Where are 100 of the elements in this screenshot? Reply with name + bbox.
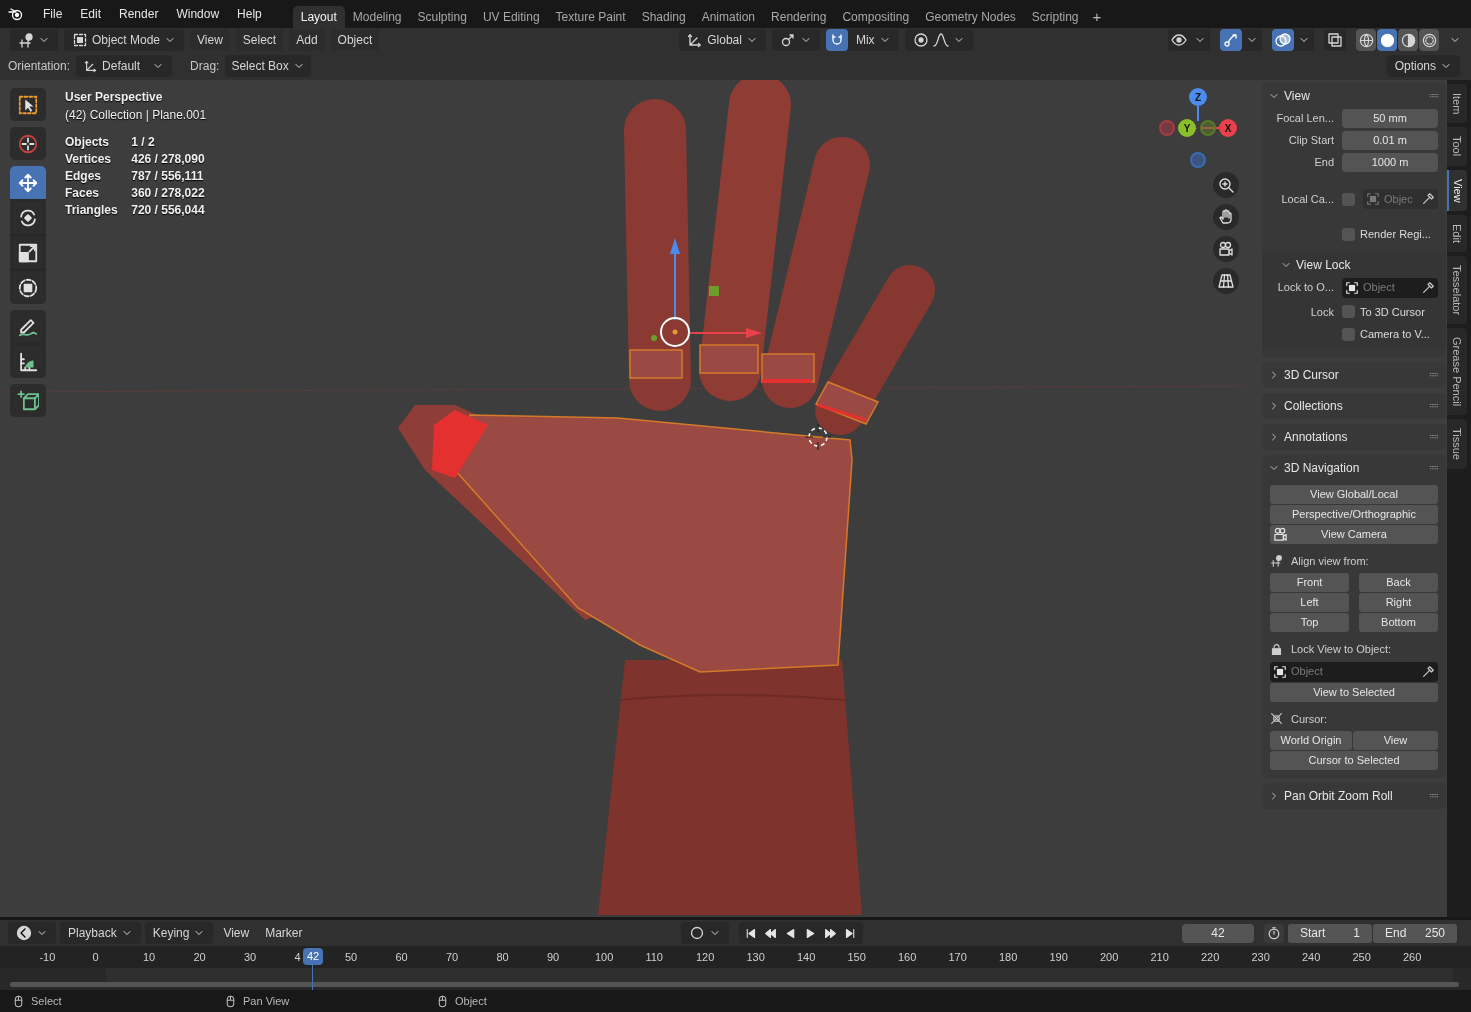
header-menu[interactable]: Select (235, 29, 284, 51)
shading-mode-button[interactable] (1398, 29, 1418, 51)
panel-button[interactable]: View (1353, 731, 1438, 750)
timeline-scrollbar[interactable] (10, 982, 1459, 987)
sidebar-tab[interactable]: View (1447, 169, 1467, 212)
shading-mode-button[interactable] (1377, 29, 1397, 51)
tool-button[interactable] (10, 127, 46, 160)
drag-dropdown[interactable]: Select Box (225, 55, 311, 77)
sidebar-tab[interactable]: Tesselator (1447, 256, 1467, 325)
shading-mode-button[interactable] (1356, 29, 1376, 51)
negative-axis-handle[interactable] (1200, 120, 1216, 136)
timeline-menu[interactable]: Playback (60, 922, 141, 944)
panel-button[interactable]: Perspective/Orthographic (1270, 504, 1438, 524)
editor-type-button[interactable] (8, 922, 56, 944)
workspace-tab[interactable]: Scripting (1023, 6, 1087, 28)
object-field[interactable]: Object (1270, 661, 1438, 682)
timeline-menu[interactable]: View (217, 922, 256, 944)
object-field[interactable]: Object (1342, 277, 1438, 298)
proportional-edit-button[interactable] (904, 29, 973, 51)
workspace-tab[interactable]: UV Editing (474, 6, 548, 28)
panel-header[interactable]: View Lock (1262, 251, 1446, 278)
tool-button[interactable] (10, 271, 46, 304)
number-field[interactable]: 1000 m (1342, 153, 1438, 172)
panel-button[interactable]: Top (1270, 613, 1349, 632)
preview-range-button[interactable] (1264, 923, 1284, 943)
frame-range-field[interactable]: End 250 (1373, 923, 1457, 943)
panel-button[interactable]: View Global/Local (1270, 484, 1438, 504)
current-frame-field[interactable]: 42 (1182, 923, 1254, 943)
checkbox[interactable] (1342, 305, 1355, 319)
viewport-nav-button[interactable] (1213, 268, 1239, 294)
timeline-menu[interactable]: Marker (259, 922, 309, 944)
panel-button[interactable]: Front (1270, 573, 1349, 592)
viewport-nav-button[interactable] (1213, 204, 1239, 230)
checkbox[interactable] (1342, 227, 1355, 241)
overlays-toggle[interactable] (1272, 29, 1294, 51)
tool-button[interactable] (10, 345, 46, 378)
number-field[interactable]: 50 mm (1342, 109, 1438, 128)
gizmos-toggle[interactable] (1220, 29, 1242, 51)
checkbox[interactable] (1342, 327, 1355, 341)
workspace-tab[interactable]: Texture Paint (547, 6, 634, 28)
workspace-tab[interactable]: Compositing (834, 6, 918, 28)
frame-range-field[interactable]: Start 1 (1288, 923, 1372, 943)
timeline-track[interactable] (106, 968, 1453, 982)
sidebar-tab[interactable]: Item (1447, 84, 1467, 124)
panel-header[interactable]: 3D Navigation (1262, 454, 1428, 481)
add-workspace-button[interactable]: + (1086, 6, 1108, 28)
negative-axis-handle[interactable] (1159, 120, 1175, 136)
workspace-tab[interactable]: Modeling (344, 6, 410, 28)
eyedropper-icon[interactable] (1421, 664, 1435, 679)
axis-handle[interactable]: X (1219, 119, 1237, 137)
panel-button[interactable]: View Camera (1270, 524, 1438, 544)
orientation-dropdown[interactable]: Global (679, 29, 766, 51)
sidebar-tab[interactable]: Grease Pencil (1447, 328, 1467, 416)
sidebar-tab[interactable]: Tool (1447, 127, 1467, 166)
panel-button[interactable]: World Origin (1270, 731, 1352, 750)
header-menu[interactable]: View (190, 29, 230, 51)
workspace-tab[interactable]: Rendering (763, 6, 835, 28)
tool-button[interactable] (10, 236, 46, 269)
sidebar-tab[interactable]: Tissue (1447, 419, 1467, 470)
panel-button[interactable]: Bottom (1359, 613, 1438, 632)
workspace-tab[interactable]: Layout (292, 6, 345, 28)
panel-header[interactable]: View (1262, 83, 1428, 109)
pivot-dropdown[interactable] (771, 29, 820, 51)
viewport-nav-button[interactable] (1213, 172, 1239, 198)
tool-button[interactable] (10, 88, 46, 121)
menu-item[interactable]: File (36, 2, 70, 26)
orientation-dropdown[interactable]: Default (76, 55, 173, 77)
playhead-frame-label[interactable]: 42 (303, 948, 323, 965)
panel-button[interactable]: Cursor to Selected (1270, 751, 1438, 770)
snap-toggle[interactable] (825, 29, 848, 51)
checkbox[interactable] (1342, 192, 1355, 206)
panel-button[interactable]: View to Selected (1270, 682, 1438, 702)
tool-button[interactable] (10, 166, 46, 199)
shading-mode-button[interactable] (1419, 29, 1439, 51)
header-menu[interactable]: Add (289, 29, 325, 51)
keyframe-button[interactable] (680, 922, 729, 944)
move-gizmo-drawing[interactable] (651, 238, 762, 347)
menu-item[interactable]: Window (169, 2, 227, 26)
axis-handle[interactable]: Z (1189, 88, 1207, 106)
menu-item[interactable]: Help (230, 2, 269, 26)
sidebar-tab[interactable]: Edit (1447, 215, 1467, 253)
mode-dropdown[interactable]: Object Mode (64, 29, 185, 51)
panel-button[interactable]: Right (1359, 593, 1438, 612)
menu-item[interactable]: Render (112, 2, 166, 26)
workspace-tab[interactable]: Geometry Nodes (917, 6, 1024, 28)
viewport-nav-button[interactable] (1213, 236, 1239, 262)
logo-icon[interactable] (8, 6, 24, 22)
options-dropdown[interactable]: Options (1386, 55, 1460, 77)
panel-button[interactable]: Back (1359, 573, 1438, 592)
menu-item[interactable]: Edit (73, 2, 109, 26)
workspace-tab[interactable]: Sculpting (409, 6, 475, 28)
timeline-menu[interactable]: Keying (144, 922, 214, 944)
number-field[interactable]: 0.01 m (1342, 131, 1438, 150)
axis-handle[interactable]: Y (1178, 119, 1196, 137)
panel-button[interactable]: Left (1270, 593, 1349, 612)
workspace-tab[interactable]: Animation (693, 6, 764, 28)
editor-type-button[interactable] (10, 29, 58, 51)
tool-button[interactable] (10, 310, 46, 343)
header-menu[interactable]: Object (330, 29, 380, 51)
eyedropper-icon[interactable] (1421, 192, 1435, 206)
